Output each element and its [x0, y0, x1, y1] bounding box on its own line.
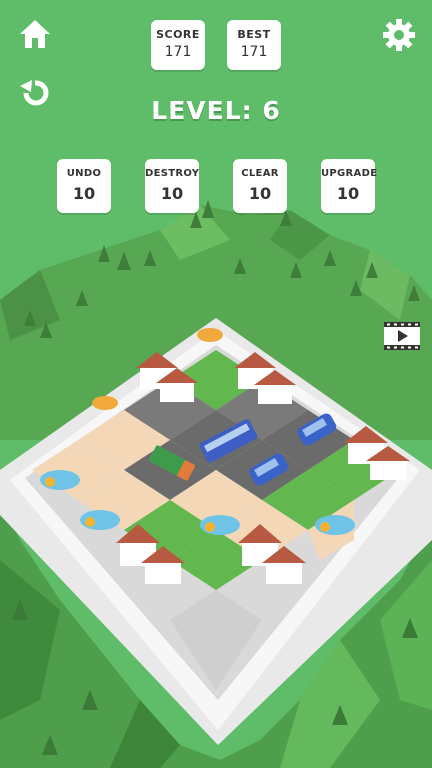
video-reward-icon — [384, 322, 420, 350]
undo-label: UNDO — [66, 168, 102, 179]
clear-button[interactable]: CLEAR 10 — [233, 159, 287, 213]
upgrade-button[interactable]: UPGRADE 10 — [321, 159, 378, 213]
undo-button[interactable]: UNDO 10 — [57, 159, 111, 213]
score-value: 171 — [164, 44, 192, 60]
score-box: SCORE 171 — [151, 20, 205, 70]
clear-count: 10 — [248, 184, 272, 203]
score-label: SCORE — [156, 28, 200, 41]
gear-icon — [383, 19, 415, 51]
best-box: BEST 171 — [227, 20, 281, 70]
home-button[interactable] — [18, 18, 52, 50]
destroy-label: DESTROY — [145, 168, 200, 179]
video-reward-button[interactable] — [383, 321, 421, 351]
level-title: LEVEL: 6 — [151, 96, 281, 125]
destroy-count: 10 — [160, 184, 184, 203]
home-icon — [20, 20, 50, 48]
destroy-button[interactable]: DESTROY 10 — [145, 159, 199, 213]
upgrade-count: 10 — [336, 184, 360, 203]
best-label: BEST — [237, 28, 271, 41]
best-value: 171 — [240, 44, 268, 60]
undo-count: 10 — [72, 184, 96, 203]
settings-button[interactable] — [382, 18, 416, 52]
upgrade-label: UPGRADE — [321, 168, 378, 179]
clear-label: CLEAR — [241, 168, 279, 179]
